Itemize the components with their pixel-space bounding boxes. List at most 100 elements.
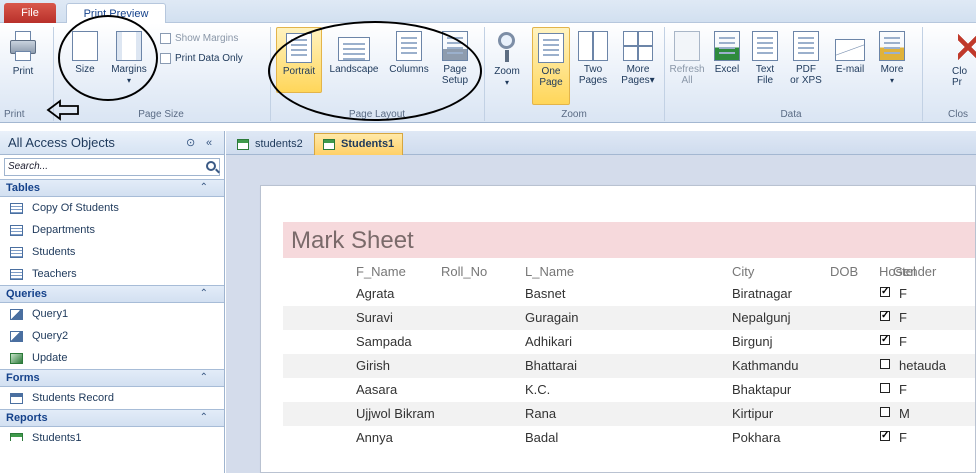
- pdf-xps-export-button[interactable]: PDF or XPS: [786, 31, 826, 86]
- report-page: Mark Sheet F_Name Roll_No L_Name City DO…: [260, 185, 976, 473]
- landscape-button[interactable]: Landscape: [326, 31, 382, 75]
- nav-section-queries[interactable]: Queries ⌃: [0, 285, 224, 303]
- page-setup-icon: [442, 31, 468, 61]
- zoom-button[interactable]: Zoom ▾: [490, 31, 524, 88]
- portrait-label: Portrait: [282, 66, 316, 77]
- hostel-checkbox: [880, 383, 890, 393]
- cell-l-name: Guragain: [525, 310, 579, 325]
- hostel-checkbox: ✓: [880, 430, 890, 441]
- doc-tab-students2[interactable]: students2: [228, 133, 312, 155]
- columns-label: Columns: [389, 64, 429, 75]
- hostel-checkbox: ✓: [880, 310, 890, 321]
- refresh-label-1: Refresh: [669, 64, 705, 75]
- nav-item-label: Students1: [32, 432, 82, 441]
- nav-item-departments[interactable]: Departments: [0, 219, 224, 241]
- nav-item-students-record[interactable]: Students Record: [0, 387, 224, 409]
- two-pages-button[interactable]: Two Pages: [576, 31, 610, 86]
- more-export-button[interactable]: More ▾: [874, 31, 910, 86]
- tab-file[interactable]: File: [4, 3, 56, 23]
- col-header-city: City: [732, 264, 755, 279]
- nav-section-forms[interactable]: Forms ⌃: [0, 369, 224, 387]
- pdf-icon: [793, 31, 819, 61]
- refresh-all-button[interactable]: Refresh All: [668, 31, 706, 86]
- more-pages-button[interactable]: More Pages▾: [618, 31, 658, 86]
- nav-menu-dropdown-icon[interactable]: ⊙: [186, 131, 195, 155]
- report-icon: [323, 139, 335, 150]
- margins-label: Margins: [111, 64, 147, 75]
- navigation-pane: All Access Objects ⊙ « Search... Tables ⌃…: [0, 131, 225, 473]
- group-separator: [484, 27, 485, 121]
- more-pages-label-1: More: [626, 64, 650, 75]
- nav-item-label: Teachers: [32, 268, 77, 280]
- excel-icon: [714, 31, 740, 61]
- text-file-export-button[interactable]: Text File: [750, 31, 780, 86]
- text-file-label-2: File: [756, 75, 774, 86]
- doc-tab-students1[interactable]: Students1: [314, 133, 404, 155]
- update-query-icon: [10, 352, 23, 364]
- nav-item-query1[interactable]: Query1: [0, 303, 224, 325]
- one-page-icon: [538, 33, 564, 63]
- doc-tab-label: Students1: [341, 138, 395, 150]
- portrait-button[interactable]: Portrait: [276, 27, 322, 105]
- col-header-dob: DOB: [830, 264, 859, 279]
- nav-section-reports[interactable]: Reports ⌃: [0, 409, 224, 427]
- database-icon: [879, 31, 905, 61]
- size-button[interactable]: Size: [70, 31, 100, 75]
- tab-print-preview[interactable]: Print Preview: [66, 3, 166, 24]
- landscape-icon: [338, 37, 370, 61]
- close-print-preview-button[interactable]: Clo Pr: [952, 31, 976, 88]
- table-icon: [10, 224, 23, 236]
- excel-export-button[interactable]: Excel: [710, 31, 744, 75]
- collapse-chevron-icon[interactable]: ⌃: [200, 370, 208, 386]
- nav-item-students1[interactable]: Students1: [0, 427, 224, 441]
- nav-item-copy-of-students[interactable]: Copy Of Students: [0, 197, 224, 219]
- nav-item-label: Update: [32, 352, 68, 364]
- cell-city: Pokhara: [732, 430, 781, 445]
- print-button[interactable]: Print: [6, 31, 40, 77]
- columns-icon: [396, 31, 422, 61]
- group-separator: [664, 27, 665, 121]
- print-data-only-checkbox[interactable]: Print Data Only: [160, 53, 265, 64]
- margins-button[interactable]: Margins ▾: [108, 31, 150, 86]
- search-icon[interactable]: [206, 161, 216, 171]
- nav-item-teachers[interactable]: Teachers: [0, 263, 224, 285]
- section-label: Reports: [6, 412, 48, 424]
- cell-l-name: Basnet: [525, 286, 566, 301]
- page-setup-button[interactable]: Page Setup: [438, 31, 472, 86]
- collapse-chevron-icon[interactable]: ⌃: [200, 410, 208, 426]
- nav-search-input[interactable]: Search...: [4, 158, 220, 176]
- pdf-label-1: PDF: [796, 64, 816, 75]
- col-header-gender: Gender: [893, 264, 937, 279]
- columns-button[interactable]: Columns: [386, 31, 432, 75]
- table-row: Agrata Basnet Biratnagar ✓ F: [283, 282, 975, 306]
- nav-item-query2[interactable]: Query2: [0, 325, 224, 347]
- nav-pane-header[interactable]: All Access Objects ⊙ «: [0, 131, 224, 155]
- collapse-chevron-icon[interactable]: ⌃: [200, 180, 208, 196]
- nav-collapse-icon[interactable]: «: [206, 131, 212, 155]
- nav-item-update[interactable]: Update: [0, 347, 224, 369]
- table-row: Sampada Adhikari Birgunj ✓ F: [283, 330, 975, 354]
- email-icon: [835, 39, 865, 61]
- show-margins-label: Show Margins: [175, 33, 239, 45]
- one-page-button[interactable]: One Page: [532, 27, 570, 107]
- printer-icon: [9, 31, 37, 63]
- margins-icon: [116, 31, 142, 61]
- cell-gender: F: [899, 286, 907, 301]
- email-button[interactable]: E-mail: [830, 31, 870, 75]
- show-margins-checkbox[interactable]: Show Margins: [160, 33, 255, 44]
- cell-city: Bhaktapur: [732, 382, 792, 397]
- nav-item-students[interactable]: Students: [0, 241, 224, 263]
- size-label: Size: [75, 64, 95, 75]
- collapse-chevron-icon[interactable]: ⌃: [200, 286, 208, 302]
- cell-city: Nepalgunj: [732, 310, 791, 325]
- one-page-label-2: Page: [539, 77, 563, 88]
- refresh-icon: [674, 31, 700, 61]
- table-row: Ujjwol Bikram Rana Kirtipur M: [283, 402, 975, 426]
- print-group-label: Print: [4, 109, 25, 120]
- cell-f-name: Sampada: [356, 334, 412, 349]
- cell-l-name: Rana: [525, 406, 557, 421]
- page-size-group-label: Page Size: [138, 109, 184, 120]
- nav-section-tables[interactable]: Tables ⌃: [0, 179, 224, 197]
- checkbox-icon: [160, 33, 171, 44]
- report-title: Mark Sheet: [291, 227, 414, 254]
